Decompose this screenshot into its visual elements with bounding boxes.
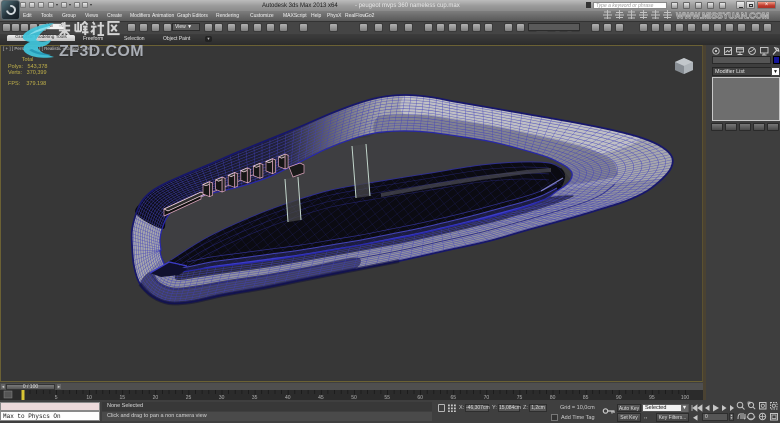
svg-text:WWW.MISSYUAN.COM: WWW.MISSYUAN.COM bbox=[676, 11, 769, 21]
